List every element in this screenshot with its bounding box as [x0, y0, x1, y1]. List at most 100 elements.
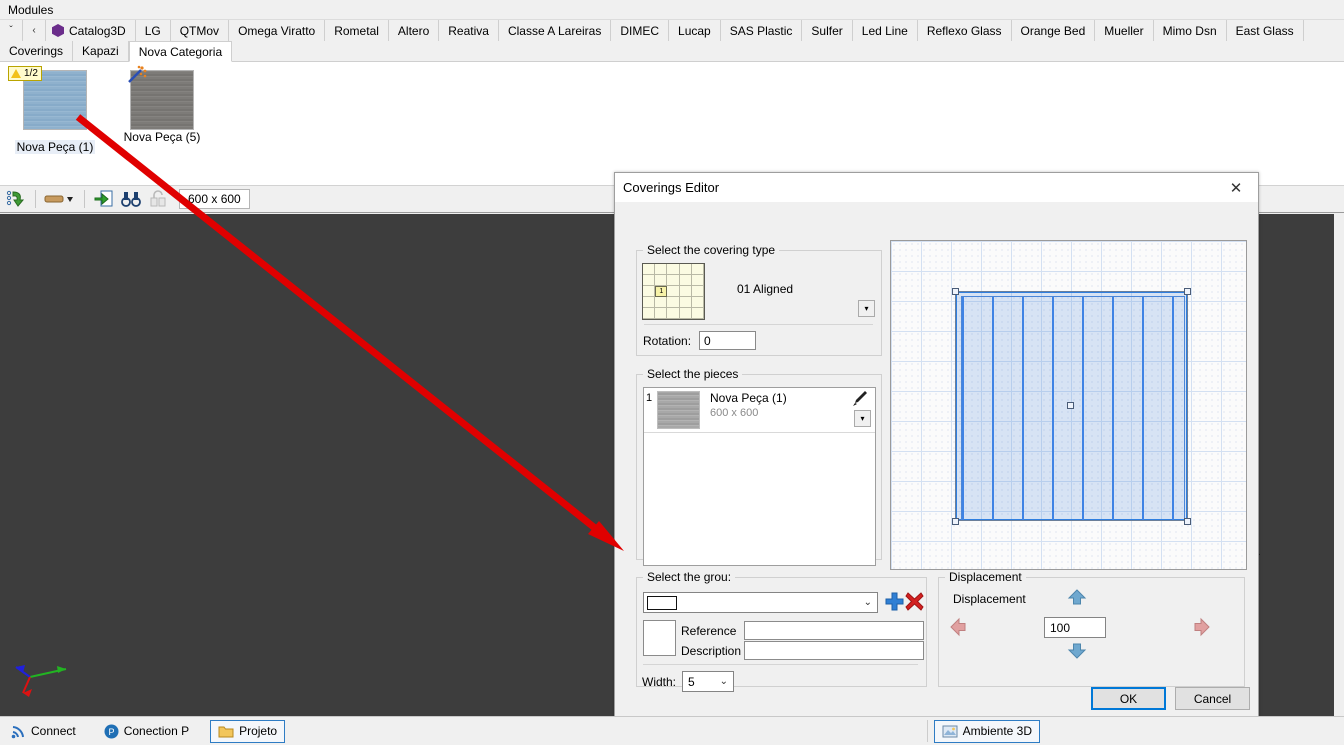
lock-icon[interactable] [146, 188, 170, 210]
subcategory-tab-kapazi[interactable]: Kapazi [73, 41, 129, 61]
status-divider [927, 720, 928, 742]
subcategory-tab-coverings[interactable]: Coverings [0, 41, 73, 61]
chevron-down-icon: ⌄ [864, 597, 872, 608]
category-tab-classe-a-lareiras[interactable]: Classe A Lareiras [499, 20, 611, 41]
displacement-label: Displacement [953, 592, 1026, 606]
resize-handle-tl[interactable] [952, 288, 959, 295]
resize-handle-bl[interactable] [952, 518, 959, 525]
red-x-icon[interactable] [905, 592, 924, 614]
category-tab-label: Mueller [1104, 24, 1143, 38]
left-arrow-icon[interactable] [949, 616, 969, 641]
plus-icon[interactable] [885, 592, 904, 614]
pattern-cell [643, 264, 655, 275]
covering-pattern-preview[interactable]: 1 [642, 263, 705, 320]
category-tab-sulfer[interactable]: Sulfer [802, 20, 852, 41]
pieces-list[interactable]: 1 Nova Peça (1) 600 x 600 ▾ [643, 387, 876, 566]
dimension-field[interactable]: 600 x 600 [179, 189, 250, 209]
category-tab-label: Led Line [862, 24, 908, 38]
width-row: Width: 5 ⌄ [642, 671, 734, 692]
category-tab-label: Sulfer [811, 24, 842, 38]
brush-icon[interactable] [851, 390, 868, 410]
thumbnail-item-1[interactable]: Nova Peça (5) [107, 70, 217, 144]
coverings-editor-dialog: Coverings Editor ✕ Select the covering t… [614, 172, 1259, 718]
covering-type-dropdown-button[interactable]: ▾ [858, 300, 875, 317]
displacement-input[interactable]: 100 [1044, 617, 1106, 638]
status-label: Conection P [124, 724, 189, 738]
right-arrow-icon[interactable] [1191, 616, 1211, 641]
center-handle[interactable] [1067, 402, 1074, 409]
tab-nav-prev-button[interactable]: ‹ [23, 20, 46, 41]
category-tab-label: SAS Plastic [730, 24, 793, 38]
status-item-ambiente-3d[interactable]: Ambiente 3D [934, 720, 1040, 743]
export-icon[interactable] [92, 188, 116, 210]
category-tab-mueller[interactable]: Mueller [1095, 20, 1153, 41]
group-combobox[interactable]: ⌄ [643, 592, 878, 613]
reference-input[interactable] [744, 621, 924, 640]
category-tab-sas-plastic[interactable]: SAS Plastic [721, 20, 803, 41]
description-row: Description [681, 641, 924, 660]
pattern-cell [680, 264, 692, 275]
status-label: Projeto [239, 724, 277, 738]
category-tab-dimec[interactable]: DIMEC [611, 20, 669, 41]
category-tab-label: Omega Viratto [238, 24, 315, 38]
magic-wand-icon [126, 65, 148, 88]
app-root: Modules ˇ ‹ Catalog3DLGQTMovOmega Viratt… [0, 0, 1344, 745]
category-tab-catalog3d[interactable]: Catalog3D [46, 20, 136, 41]
import-green-arrow-icon[interactable] [4, 188, 28, 210]
subcategory-tab-label: Kapazi [82, 44, 119, 58]
category-tab-label: Rometal [334, 24, 379, 38]
category-tab-rometal[interactable]: Rometal [325, 20, 389, 41]
status-item-projeto[interactable]: Projeto [210, 720, 285, 743]
svg-text:P: P [108, 727, 114, 737]
close-icon[interactable]: ✕ [1214, 173, 1258, 202]
category-tab-qtmov[interactable]: QTMov [171, 20, 229, 41]
group-selection-group: Select the grou: ⌄ [636, 570, 927, 687]
piece-dropdown-button[interactable]: ▾ [854, 410, 871, 427]
category-tab-lg[interactable]: LG [136, 20, 171, 41]
piece-list-item[interactable]: 1 Nova Peça (1) 600 x 600 ▾ [644, 388, 875, 433]
category-tab-label: Orange Bed [1021, 24, 1086, 38]
width-value: 5 [688, 675, 695, 689]
cancel-button[interactable]: Cancel [1175, 687, 1250, 710]
tab-nav-dropdown-button[interactable]: ˇ [0, 20, 23, 41]
toolbar-separator [35, 190, 36, 208]
pattern-cell [655, 275, 667, 286]
status-item-conection-p[interactable]: P Conection P [97, 720, 196, 743]
line-style-dropdown[interactable] [43, 188, 77, 210]
pattern-cell [692, 275, 704, 286]
dialog-title-bar[interactable]: Coverings Editor ✕ [615, 173, 1258, 202]
category-tab-altero[interactable]: Altero [389, 20, 439, 41]
category-tab-led-line[interactable]: Led Line [853, 20, 918, 41]
resize-handle-br[interactable] [1184, 518, 1191, 525]
category-tab-reflexo-glass[interactable]: Reflexo Glass [918, 20, 1012, 41]
category-tab-label: DIMEC [620, 24, 659, 38]
group-color-preview[interactable] [643, 620, 676, 656]
group-legend: Select the grou: [643, 570, 735, 584]
category-tab-orange-bed[interactable]: Orange Bed [1012, 20, 1096, 41]
reference-label: Reference [681, 624, 744, 638]
ok-button[interactable]: OK [1091, 687, 1166, 710]
status-item-connect[interactable]: Connect [4, 720, 83, 743]
up-arrow-icon[interactable] [1066, 588, 1088, 611]
category-tab-omega-viratto[interactable]: Omega Viratto [229, 20, 325, 41]
rotation-input[interactable]: 0 [699, 331, 756, 350]
subcategory-tab-label: Coverings [9, 44, 63, 58]
subcategory-tab-nova-categoria[interactable]: Nova Categoria [129, 41, 232, 62]
category-tab-reativa[interactable]: Reativa [439, 20, 499, 41]
pattern-cell [680, 297, 692, 308]
category-tab-lucap[interactable]: Lucap [669, 20, 721, 41]
warning-badge-label: 1/2 [24, 68, 38, 79]
width-select[interactable]: 5 ⌄ [682, 671, 734, 692]
category-tab-label: Altero [398, 24, 429, 38]
wifi-icon [11, 724, 26, 739]
covering-preview-canvas[interactable] [890, 240, 1247, 570]
displacement-value: 100 [1050, 621, 1070, 635]
pattern-cell [680, 308, 692, 319]
resize-handle-tr[interactable] [1184, 288, 1191, 295]
description-input[interactable] [744, 641, 924, 660]
category-tab-mimo-dsn[interactable]: Mimo Dsn [1154, 20, 1227, 41]
binoculars-icon[interactable] [119, 188, 143, 210]
category-tab-east-glass[interactable]: East Glass [1227, 20, 1304, 41]
thumbnail-item-0[interactable]: 1/2 Nova Peça (1) [0, 70, 110, 154]
down-arrow-icon[interactable] [1066, 640, 1088, 663]
